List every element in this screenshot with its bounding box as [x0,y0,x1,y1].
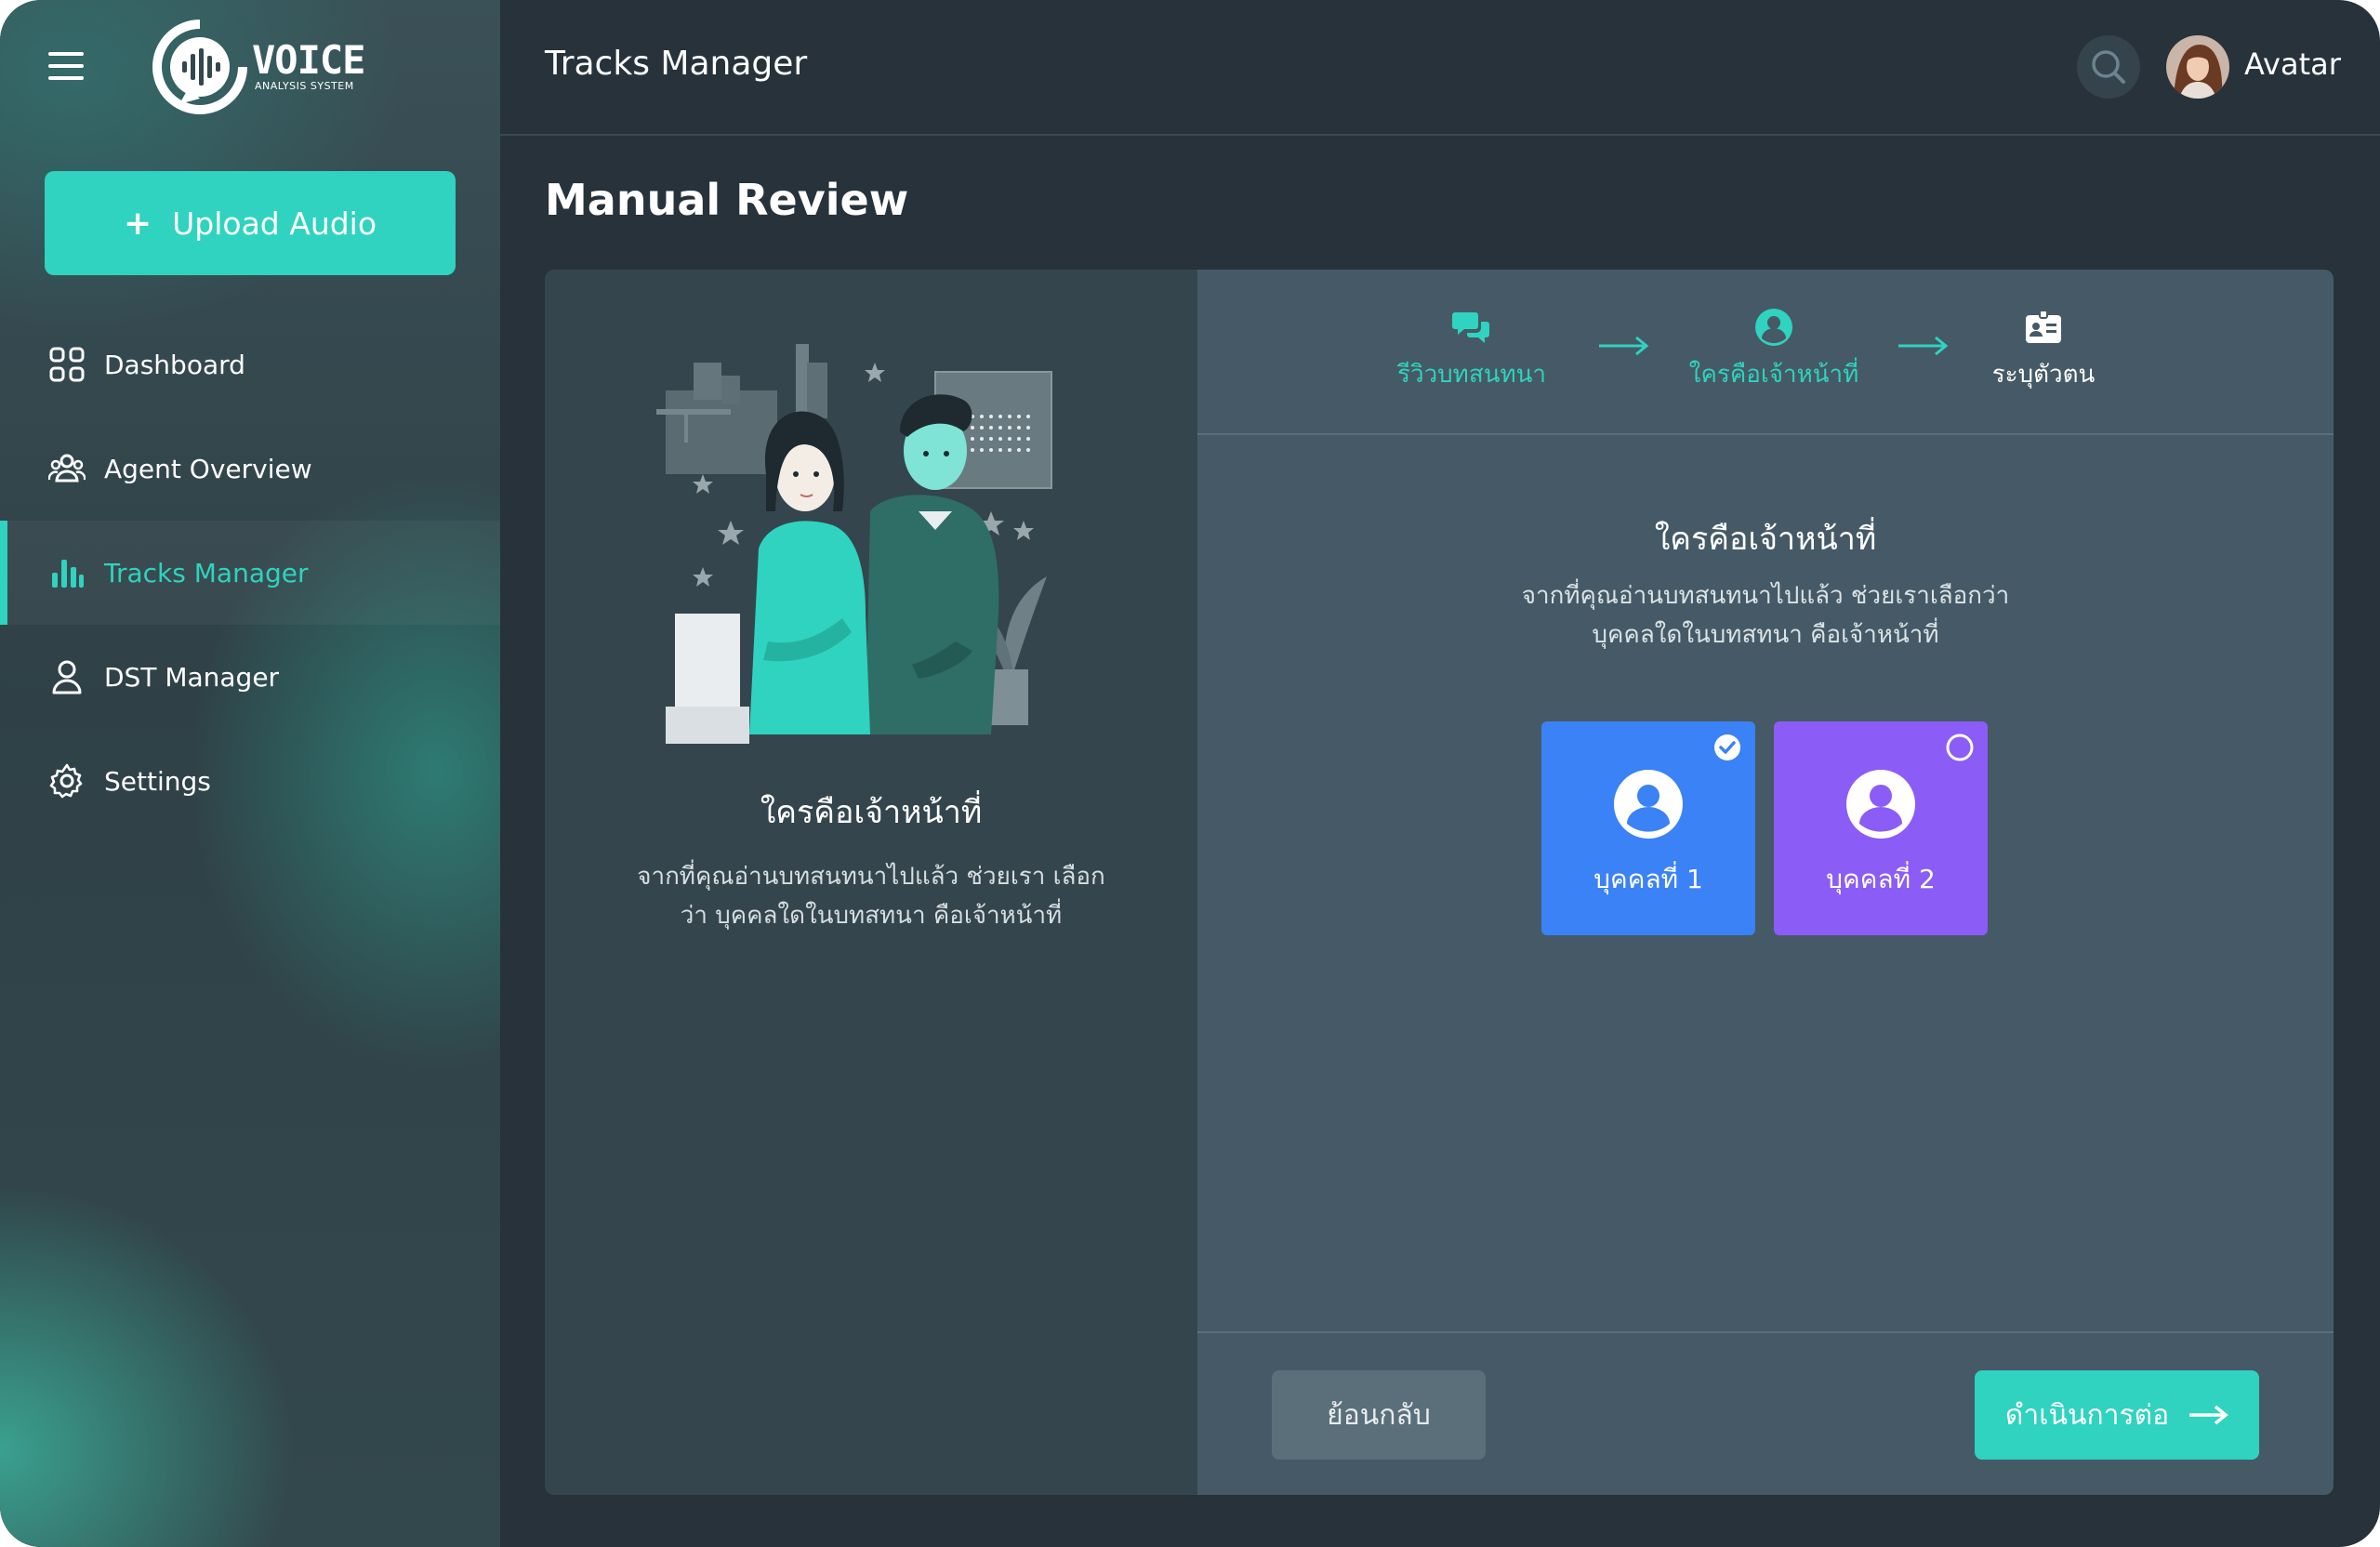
sidebar-item-agent-overview[interactable]: Agent Overview [0,416,500,521]
id-card-icon [2026,310,2061,343]
sidebar-item-dst-manager[interactable]: DST Manager [0,625,500,729]
sidebar: VOICE ANALYSIS SYSTEM + Upload Audio Das… [0,0,500,1547]
sidebar-item-label: Dashboard [104,349,245,380]
question-title: ใครคือเจ้าหน้าที่ [1654,521,1877,558]
top-header: Tracks Manager Avatar [500,0,2380,136]
user-avatar-icon [1846,770,1915,839]
arrow-right-icon [2189,1405,2228,1425]
step-label: ใครคือเจ้าหน้าที่ [1688,361,1859,389]
back-button[interactable]: ย้อนกลับ [1272,1370,1486,1460]
chat-icon [1452,312,1489,343]
next-button[interactable]: ดำเนินการต่อ [1975,1370,2259,1460]
two-people-illustration-icon [656,344,1052,744]
step-review-conversation: รีวิวบทสนทนา [1393,307,1551,393]
sidebar-item-label: Tracks Manager [104,557,309,588]
arrow-right-icon [1599,336,1649,356]
person-card-1[interactable]: บุคคลที่ 1 [1541,721,1755,935]
stepper: รีวิวบทสนทนา ใครคือเจ้าหน้าที่ ระบุตัวตน [1197,270,2334,435]
radio-empty-icon[interactable] [1945,733,1975,762]
right-review-panel: รีวิวบทสนทนา ใครคือเจ้าหน้าที่ ระบุตัวตน… [1197,270,2334,1495]
step-label: ระบุตัวตน [1991,361,2096,389]
sidebar-item-label: DST Manager [104,661,280,693]
users-icon [48,454,86,483]
footer-divider [1197,1331,2334,1333]
user-avatar-icon [1614,770,1683,839]
app-window: VOICE ANALYSIS SYSTEM + Upload Audio Das… [0,0,2380,1547]
step-who-is-agent: ใครคือเจ้าหน้าที่ [1681,307,1867,393]
question-line-2: บุคคลใดในบทสทนา คือเจ้าหน้าที่ [1592,621,1939,649]
sidebar-item-label: Agent Overview [104,453,312,484]
person-card-2[interactable]: บุคคลที่ 2 [1774,721,1988,935]
upload-audio-label: Upload Audio [172,205,377,242]
step-identify: ระบุตัวตน [1978,307,2109,393]
search-icon [2092,50,2125,84]
upload-audio-button[interactable]: + Upload Audio [45,171,456,275]
step-label: รีวิวบทสนทนา [1397,361,1546,389]
page-title: Manual Review [545,175,909,225]
person-label: บุคคลที่ 2 [1826,864,1936,894]
person-label: บุคคลที่ 1 [1593,864,1703,894]
user-circle-icon [1755,309,1792,346]
next-button-label: ดำเนินการต่อ [2004,1398,2170,1432]
voice-logo-icon [152,20,247,114]
plus-icon: + [123,204,152,243]
back-button-label: ย้อนกลับ [1327,1398,1431,1432]
grid-icon [49,347,85,382]
avatar[interactable] [2166,35,2229,99]
question-line-1: จากที่คุณอ่านบทสนทนาไปแล้ว ช่วยเราเลือกว… [1521,582,2010,610]
sidebar-item-settings[interactable]: Settings [0,729,500,833]
bar-chart-icon [52,560,84,588]
avatar-image-icon [2166,35,2229,99]
arrow-right-icon [1898,336,1949,356]
left-panel-description: จากที่คุณอ่านบทสนทนาไปแล้ว ช่วยเรา เลือก… [637,863,1105,930]
user-icon [52,660,82,694]
sidebar-item-label: Settings [104,765,211,797]
check-circle-icon[interactable] [1712,733,1742,762]
logo-subtitle: ANALYSIS SYSTEM [255,80,354,92]
avatar-name[interactable]: Avatar [2244,46,2341,82]
left-info-panel: ใครคือเจ้าหน้าที่ จากที่คุณอ่านบทสนทนาไป… [545,270,1197,1495]
logo: VOICE ANALYSIS SYSTEM [152,19,365,115]
hamburger-menu-icon[interactable] [48,52,84,80]
question-description: จากที่คุณอ่านบทสนทนาไปแล้ว ช่วยเราเลือกว… [1197,576,2334,654]
search-button[interactable] [2077,35,2140,99]
sidebar-item-tracks-manager[interactable]: Tracks Manager [0,521,500,625]
header-title: Tracks Manager [545,45,808,83]
gear-icon [49,763,83,799]
logo-word: VOICE [252,37,365,83]
left-panel-heading: ใครคือเจ้าหน้าที่ [760,794,983,831]
sidebar-item-dashboard[interactable]: Dashboard [0,312,500,416]
